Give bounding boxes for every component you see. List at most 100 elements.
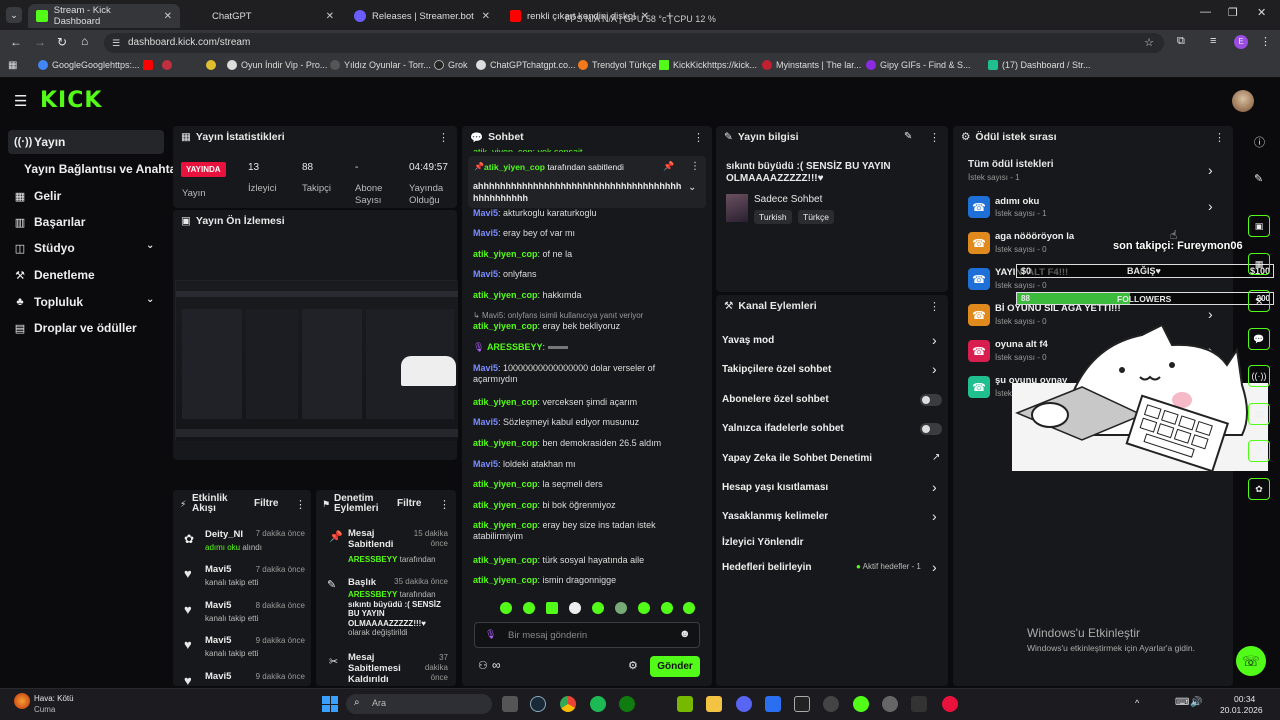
app-icon[interactable] bbox=[942, 696, 958, 712]
clock-date[interactable]: 20.01.2026 bbox=[1220, 705, 1263, 715]
chevron-right-icon[interactable]: › bbox=[932, 479, 937, 495]
sidebar-item-stream-key[interactable]: Yayın Bağlantısı ve Anahtarı bbox=[8, 157, 184, 181]
emote-button[interactable] bbox=[592, 602, 604, 614]
all-rewards-label[interactable]: Tüm ödül istekleri bbox=[968, 159, 1054, 170]
profile-avatar[interactable]: E bbox=[1234, 35, 1248, 49]
action-account-age[interactable]: Hesap yaşı kısıtlaması bbox=[722, 482, 828, 493]
action-followers-only[interactable]: Takipçilere özel sohbet bbox=[722, 364, 831, 375]
hamburger-menu-icon[interactable]: ☰ bbox=[14, 92, 27, 110]
rail-button-stack[interactable]: ▤ bbox=[1248, 403, 1270, 425]
chat-users-icon[interactable]: ⚇ bbox=[478, 659, 488, 672]
action-ai-moderation[interactable]: Yapay Zeka ile Sohbet Denetimi bbox=[722, 453, 872, 464]
edit-icon[interactable]: ✎ bbox=[1254, 172, 1263, 185]
start-button-icon[interactable] bbox=[322, 696, 338, 712]
kick-logo[interactable]: KICK bbox=[40, 88, 102, 113]
weather-icon[interactable] bbox=[14, 693, 30, 709]
volume-icon[interactable]: 🔊 bbox=[1190, 697, 1202, 708]
window-close-icon[interactable]: ✕ bbox=[1257, 6, 1266, 19]
chevron-right-icon[interactable]: › bbox=[932, 508, 937, 524]
minimize-icon[interactable]: — bbox=[1200, 6, 1211, 18]
more-options-icon[interactable]: ⋮ bbox=[438, 131, 449, 144]
rail-button-actions[interactable]: ⚒ bbox=[1248, 290, 1270, 312]
file-explorer-icon[interactable] bbox=[706, 696, 722, 712]
more-options-icon[interactable]: ⋮ bbox=[295, 498, 306, 511]
browser-menu-icon[interactable]: ⋮ bbox=[1260, 35, 1271, 48]
chevron-right-icon[interactable]: › bbox=[1208, 162, 1213, 178]
edit-pencil-icon[interactable]: ✎ bbox=[904, 131, 912, 142]
back-icon[interactable]: ← bbox=[10, 35, 22, 49]
tag-chip[interactable]: Turkish bbox=[754, 210, 792, 224]
url-input[interactable]: ☰ dashboard.kick.com/stream ☆ bbox=[104, 33, 1164, 53]
bookmark-star-icon[interactable]: ☆ bbox=[1144, 33, 1154, 53]
close-tab-icon[interactable]: ✕ bbox=[482, 11, 490, 22]
emote-button[interactable] bbox=[661, 602, 673, 614]
emote-button[interactable] bbox=[546, 602, 558, 614]
spotify-icon[interactable] bbox=[590, 696, 606, 712]
action-banned-words[interactable]: Yasaklanmış kelimeler bbox=[722, 511, 828, 522]
app-icon[interactable] bbox=[765, 696, 781, 712]
action-goals[interactable]: Hedefleri belirleyin bbox=[722, 562, 811, 573]
chevron-right-icon[interactable]: › bbox=[1208, 306, 1213, 322]
external-link-icon[interactable]: ↗ bbox=[932, 452, 940, 463]
bookmark-google[interactable]: GoogleGooglehttps:... bbox=[38, 60, 140, 70]
rail-button-community[interactable]: ✿ bbox=[1248, 478, 1270, 500]
expand-chevron-icon[interactable]: ⌄ bbox=[688, 182, 696, 193]
steam-icon[interactable] bbox=[530, 696, 546, 712]
bookmark-red[interactable] bbox=[162, 60, 172, 70]
emote-button[interactable] bbox=[500, 602, 512, 614]
rail-button-grid[interactable]: ▦ bbox=[1248, 253, 1270, 275]
app-icon[interactable] bbox=[823, 696, 839, 712]
taskbar-search[interactable]: ⌕ Ara bbox=[346, 694, 492, 714]
reward-item-title[interactable]: adımı oku bbox=[995, 196, 1039, 207]
bookmark-dashboard[interactable]: (17) Dashboard / Str... bbox=[988, 60, 1091, 70]
chevron-right-icon[interactable]: › bbox=[932, 559, 937, 575]
bookmark-grok[interactable]: Grok bbox=[434, 60, 468, 70]
kick-app-icon[interactable] bbox=[853, 696, 869, 712]
sidebar-item-basarilar[interactable]: ▥ Başarılar bbox=[8, 210, 164, 234]
emote-button[interactable] bbox=[615, 602, 627, 614]
bookmark-giphy[interactable]: Gipy GIFs - Find & S... bbox=[866, 60, 971, 70]
info-icon[interactable]: ⓘ bbox=[1254, 134, 1265, 150]
bookmark-trendyol[interactable]: Trendyol Türkçe bbox=[578, 60, 657, 70]
emoji-picker-icon[interactable]: ☻ bbox=[679, 628, 691, 640]
sidebar-item-denetleme[interactable]: ⚒ Denetleme bbox=[8, 263, 164, 287]
tab-chatgpt[interactable]: ChatGPT ✕ bbox=[190, 4, 342, 28]
maximize-icon[interactable]: ❐ bbox=[1228, 6, 1238, 19]
chrome-icon[interactable] bbox=[560, 696, 576, 712]
reward-item-title[interactable]: aga nöööröyon la bbox=[995, 231, 1074, 242]
rail-button-chat[interactable]: 💬 bbox=[1248, 328, 1270, 350]
sidebar-item-droplar[interactable]: ▤ Droplar ve ödüller bbox=[8, 316, 164, 340]
infinity-icon[interactable]: ∞ bbox=[492, 658, 501, 672]
tab-kick-dashboard[interactable]: Stream - Kick Dashboard ✕ bbox=[28, 4, 180, 28]
bookmark-yellow[interactable] bbox=[206, 60, 216, 70]
bookmark-kick[interactable]: KickKickhttps://kick... bbox=[659, 60, 757, 70]
chat-input[interactable]: 🎙 Bir mesaj gönderin ☻ bbox=[474, 622, 700, 648]
apps-grid-icon[interactable]: ▦ bbox=[8, 60, 17, 71]
tray-chevron-icon[interactable]: ^ bbox=[1135, 698, 1139, 708]
sidebar-item-studyo[interactable]: ◫ Stüdyo ⌄ bbox=[8, 236, 164, 260]
pinned-options-icon[interactable]: ⋮ bbox=[690, 161, 700, 172]
network-icon[interactable]: ⌨ bbox=[1175, 697, 1189, 708]
app-icon[interactable] bbox=[794, 696, 810, 712]
tag-chip[interactable]: Türkçe bbox=[798, 210, 834, 224]
chat-settings-icon[interactable]: ⚙ bbox=[628, 659, 638, 672]
user-avatar[interactable] bbox=[1232, 90, 1254, 112]
sidebar-item-topluluk[interactable]: ♣ Topluluk ⌄ bbox=[8, 290, 164, 314]
emote-button[interactable] bbox=[638, 602, 650, 614]
bookmark-youtube[interactable] bbox=[143, 60, 153, 70]
more-options-icon[interactable]: ⋮ bbox=[1214, 131, 1225, 144]
emote-button[interactable] bbox=[523, 602, 535, 614]
settings-icon[interactable] bbox=[882, 696, 898, 712]
bookmark-oyun-indir[interactable]: Oyun İndir Vip - Pro... bbox=[227, 60, 327, 70]
clock-time[interactable]: 00:34 bbox=[1234, 694, 1255, 704]
bookmark-myinstants[interactable]: Myinstants | The lar... bbox=[762, 60, 861, 70]
action-raid[interactable]: İzleyici Yönlendir bbox=[722, 537, 804, 548]
tab-streamerbot[interactable]: Releases | Streamer.bot ✕ bbox=[346, 4, 498, 28]
media-icon[interactable]: ≡ bbox=[1210, 35, 1216, 47]
close-tab-icon[interactable]: ✕ bbox=[164, 11, 172, 22]
unpin-message-icon[interactable]: 📌 bbox=[663, 161, 674, 172]
app-icon[interactable] bbox=[911, 696, 927, 712]
action-slow-mode[interactable]: Yavaş mod bbox=[722, 335, 774, 346]
taskview-icon[interactable] bbox=[502, 696, 518, 712]
bookmark-chatgpt[interactable]: ChatGPTchatgpt.co... bbox=[476, 60, 576, 70]
